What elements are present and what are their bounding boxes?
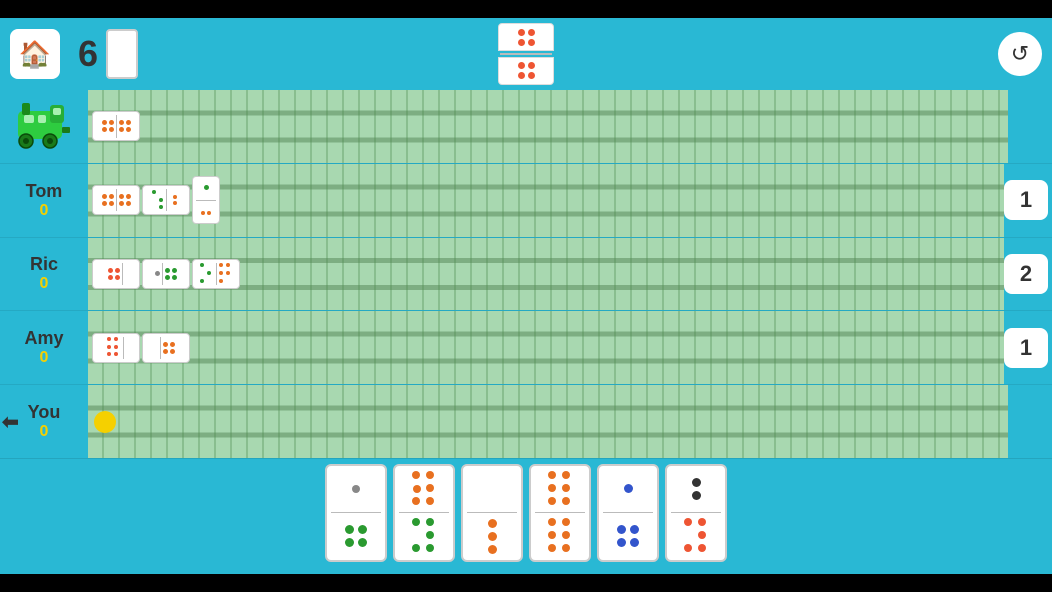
tom-name: Tom (26, 181, 63, 202)
undo-icon: ↺ (1011, 41, 1029, 67)
you-marker-dot (94, 411, 116, 433)
ric-label: Ric 0 (0, 254, 88, 293)
hand-tile-1[interactable] (325, 464, 387, 562)
amy-score: 0 (40, 349, 49, 367)
tom-count-badge: 1 (1004, 180, 1048, 220)
hand-tile-5[interactable] (597, 464, 659, 562)
you-label: ⬅ You 0 (0, 402, 88, 441)
amy-label: Amy 0 (0, 328, 88, 367)
domino-piece[interactable] (92, 259, 140, 289)
home-icon: 🏠 (19, 39, 51, 70)
hand-tile-4[interactable] (529, 464, 591, 562)
amy-name: Amy (24, 328, 63, 349)
tom-track-row: Tom 0 (0, 164, 1052, 238)
hand-tile-6[interactable] (665, 464, 727, 562)
train-track-row (0, 90, 1052, 164)
hand-tile-2[interactable] (393, 464, 455, 562)
tom-track-content (88, 164, 1004, 237)
you-track-row: ⬅ You 0 (0, 385, 1052, 459)
ric-track-row: Ric 0 (0, 238, 1052, 312)
you-track-content (88, 385, 1008, 458)
domino-piece[interactable] (142, 185, 190, 215)
you-score: 0 (40, 423, 49, 441)
hand-tile-3[interactable] (461, 464, 523, 562)
draw-pile[interactable] (106, 29, 138, 79)
domino-piece[interactable] (192, 259, 240, 289)
train-icon (14, 99, 74, 154)
home-button[interactable]: 🏠 (10, 29, 60, 79)
ric-name: Ric (30, 254, 58, 275)
current-player-arrow: ⬅ (2, 409, 19, 434)
tom-label: Tom 0 (0, 181, 88, 220)
domino-piece[interactable] (92, 185, 140, 215)
rail-background (88, 164, 1004, 237)
amy-track-content (88, 311, 1004, 384)
ric-score: 0 (40, 275, 49, 293)
rail-background (88, 311, 1004, 384)
ric-track-content (88, 238, 1004, 311)
tom-score: 0 (40, 202, 49, 220)
hand-area (0, 459, 1052, 574)
domino-piece[interactable] (192, 176, 220, 224)
train-icon-container (0, 90, 88, 163)
ric-count-badge: 2 (1004, 254, 1048, 294)
amy-track-row: Amy 0 (0, 311, 1052, 385)
domino-piece[interactable] (142, 333, 190, 363)
domino-piece[interactable] (142, 259, 190, 289)
center-domino (498, 23, 554, 85)
domino-piece[interactable] (92, 333, 140, 363)
rail-background (88, 90, 1008, 163)
train-track-content (88, 90, 1008, 163)
domino-piece[interactable] (92, 111, 140, 141)
undo-button[interactable]: ↺ (998, 32, 1042, 76)
you-name: You (28, 402, 61, 423)
score-area: 6 (78, 29, 138, 79)
game-area: 🏠 6 (0, 18, 1052, 574)
top-bar: 🏠 6 (0, 18, 1052, 90)
round-number: 6 (78, 33, 98, 75)
rail-background (88, 385, 1008, 458)
amy-count-badge: 1 (1004, 328, 1048, 368)
tracks-area: Tom 0 (0, 90, 1052, 459)
